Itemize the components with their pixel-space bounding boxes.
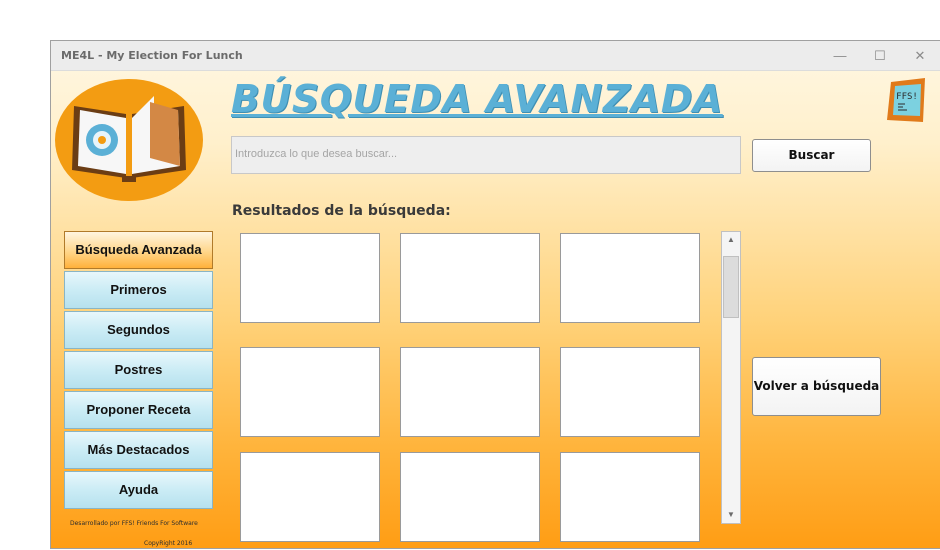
result-card[interactable] <box>400 452 540 542</box>
result-card[interactable] <box>400 347 540 437</box>
title-bar: ME4L - My Election For Lunch — ☐ ✕ <box>51 41 940 71</box>
copyright-text: CopyRight 2016 <box>144 540 193 547</box>
scroll-up-arrow-icon[interactable]: ▲ <box>722 232 740 248</box>
results-label: Resultados de la búsqueda: <box>232 203 451 219</box>
result-card[interactable] <box>240 347 380 437</box>
app-window: ME4L - My Election For Lunch — ☐ ✕ BÚSQU… <box>50 40 940 549</box>
book-logo-icon <box>54 78 204 203</box>
page-title: BÚSQUEDA AVANZADA <box>231 77 723 121</box>
sidebar-item-ayuda[interactable]: Ayuda <box>64 471 213 509</box>
sidebar-item-mas-destacados[interactable]: Más Destacados <box>64 431 213 469</box>
close-button[interactable]: ✕ <box>910 47 930 65</box>
window-title: ME4L - My Election For Lunch <box>61 49 243 62</box>
result-card[interactable] <box>240 233 380 323</box>
result-card[interactable] <box>560 233 700 323</box>
sidebar-item-segundos[interactable]: Segundos <box>64 311 213 349</box>
back-to-search-button[interactable]: Volver a búsqueda <box>752 357 881 416</box>
scroll-down-arrow-icon[interactable]: ▼ <box>722 507 740 523</box>
result-card[interactable] <box>400 233 540 323</box>
search-input[interactable]: Introduzca lo que desea buscar... <box>231 136 741 174</box>
sidebar-nav: Búsqueda Avanzada Primeros Segundos Post… <box>64 231 215 511</box>
ffs-logo-text: FFS! <box>896 92 918 102</box>
scrollbar-thumb[interactable] <box>723 256 739 318</box>
ffs-logo-icon: FFS! <box>887 78 927 124</box>
results-scrollbar[interactable]: ▲ ▼ <box>721 231 741 524</box>
result-card[interactable] <box>560 347 700 437</box>
search-button[interactable]: Buscar <box>752 139 871 172</box>
result-card[interactable] <box>240 452 380 542</box>
minimize-button[interactable]: — <box>830 47 850 65</box>
developer-credit: Desarrollado por FFS! Friends For Softwa… <box>70 520 198 527</box>
sidebar-item-busqueda-avanzada[interactable]: Búsqueda Avanzada <box>64 231 213 269</box>
result-card[interactable] <box>560 452 700 542</box>
sidebar-item-proponer-receta[interactable]: Proponer Receta <box>64 391 213 429</box>
maximize-button[interactable]: ☐ <box>870 47 890 65</box>
sidebar-item-primeros[interactable]: Primeros <box>64 271 213 309</box>
sidebar-item-postres[interactable]: Postres <box>64 351 213 389</box>
